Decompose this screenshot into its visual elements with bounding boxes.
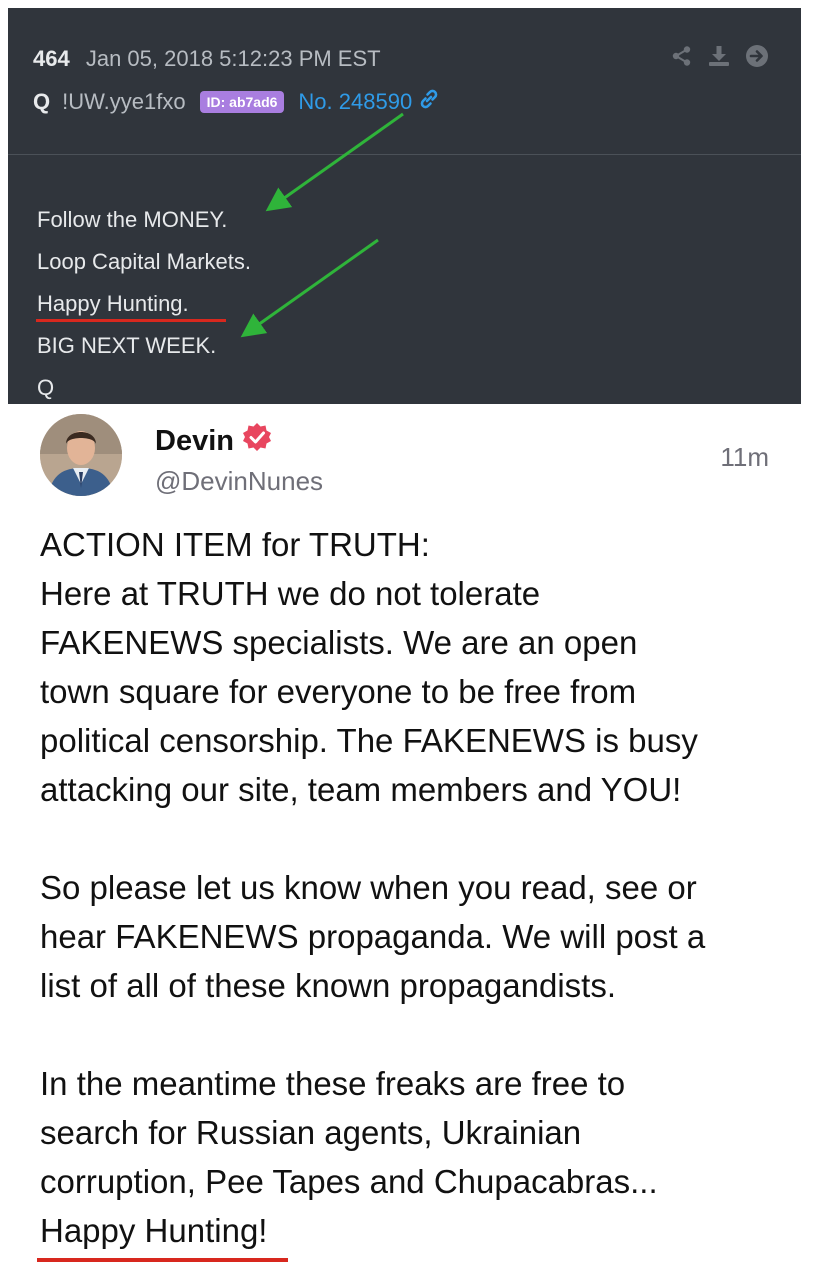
post-line: FAKENEWS specialists. We are an open (40, 624, 638, 661)
post-line: In the meantime these freaks are free to (40, 1065, 626, 1102)
post-line: corruption, Pee Tapes and Chupacabras... (40, 1163, 658, 1200)
post-line: town square for everyone to be free from (40, 673, 637, 710)
post-line: political censorship. The FAKENEWS is bu… (40, 722, 698, 759)
post-line: Happy Hunting! (40, 1212, 268, 1249)
post-timestamp: 11m (720, 442, 769, 472)
post-line: search for Russian agents, Ukrainian (40, 1114, 582, 1151)
user-handle[interactable]: @DevinNunes (155, 466, 323, 497)
post-line: Here at TRUTH we do not tolerate (40, 575, 541, 612)
display-name[interactable]: Devin (155, 422, 272, 460)
display-name-text: Devin (155, 424, 234, 457)
red-underline-annotation (37, 1258, 288, 1262)
green-arrow-annotations (240, 112, 404, 338)
post-body: ACTION ITEM for TRUTH: Here at TRUTH we … (40, 520, 800, 1255)
verified-badge-icon (242, 422, 272, 460)
truth-post: Devin @DevinNunes 11m ACTION ITEM for TR… (0, 404, 813, 1280)
avatar[interactable] (40, 414, 122, 496)
green-arrow-2 (240, 238, 379, 338)
post-line: So please let us know when you read, see… (40, 869, 697, 906)
post-line: list of all of these known propagandists… (40, 967, 617, 1004)
qdrop-card: 464 Jan 05, 2018 5:12:23 PM EST Q !UW.yy… (8, 8, 801, 404)
green-arrow-1 (265, 112, 404, 212)
post-line: ACTION ITEM for TRUTH: (40, 526, 430, 563)
post-line: hear FAKENEWS propaganda. We will post a (40, 918, 706, 955)
post-line: attacking our site, team members and YOU… (40, 771, 682, 808)
